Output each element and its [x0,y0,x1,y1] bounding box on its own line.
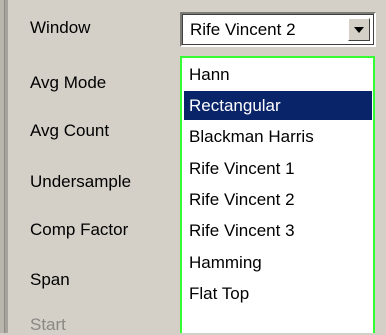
chevron-down-icon [354,27,364,33]
option-rectangular[interactable]: Rectangular [184,91,372,120]
option-rife-vincent-3[interactable]: Rife Vincent 3 [184,216,372,245]
window-label: Window [30,18,91,37]
window-select[interactable]: Rife Vincent 2 [180,12,376,47]
window-dropdown-list[interactable]: Hann Rectangular Blackman Harris Rife Vi… [180,56,375,333]
option-flat-top[interactable]: Flat Top [184,279,372,308]
undersample-label: Undersample [30,172,132,191]
option-rife-vincent-1[interactable]: Rife Vincent 1 [184,154,372,183]
dropdown-button[interactable] [348,18,370,41]
avg-mode-label: Avg Mode [30,73,107,92]
settings-panel: Window Avg Mode Avg Count Undersample Co… [8,0,386,334]
option-hamming[interactable]: Hamming [184,248,372,277]
comp-factor-label: Comp Factor [30,220,129,239]
window-select-value: Rife Vincent 2 [190,20,296,39]
option-hann[interactable]: Hann [184,60,372,89]
span-label: Span [30,270,70,289]
avg-count-label: Avg Count [30,121,110,140]
option-blackman-harris[interactable]: Blackman Harris [184,122,372,151]
option-rife-vincent-2[interactable]: Rife Vincent 2 [184,185,372,214]
start-label: Start [30,315,66,334]
